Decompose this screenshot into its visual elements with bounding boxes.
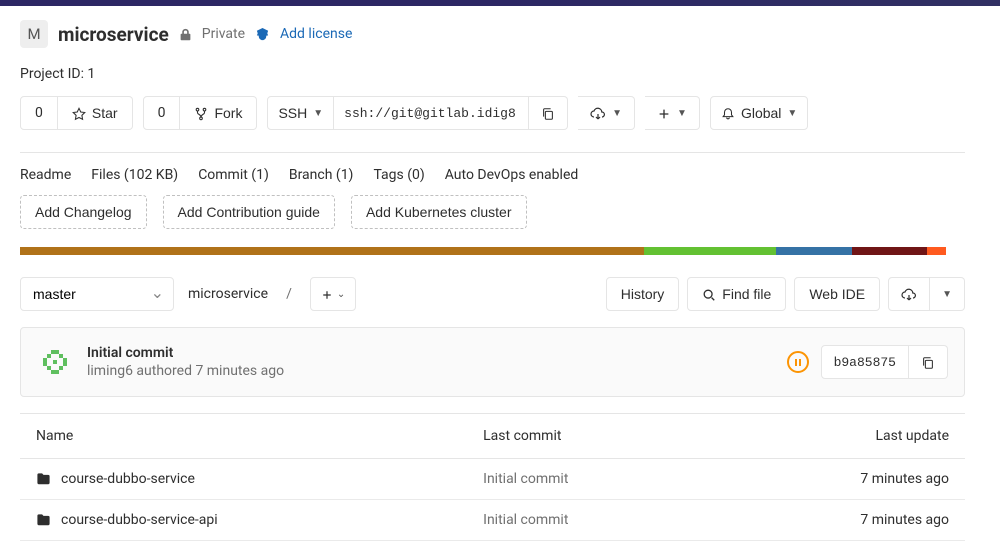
search-icon xyxy=(702,286,716,302)
row-update: 7 minutes ago xyxy=(713,459,965,500)
download-cloud-icon xyxy=(590,104,606,121)
find-file-label: Find file xyxy=(722,286,771,302)
visibility-label: Private xyxy=(202,26,245,42)
stat-commit[interactable]: Commit (1) xyxy=(198,167,269,183)
add-license-link[interactable]: Add license xyxy=(280,26,352,42)
copy-icon xyxy=(541,105,555,121)
stat-tags[interactable]: Tags (0) xyxy=(373,167,424,183)
caret-down-icon: ⌄ xyxy=(337,289,345,300)
download-cloud-icon xyxy=(901,285,917,302)
download-source-caret[interactable]: ▼ xyxy=(930,277,965,311)
add-changelog-button[interactable]: Add Changelog xyxy=(20,195,147,229)
project-id: Project ID: 1 xyxy=(20,58,965,96)
branch-select[interactable]: master xyxy=(20,277,174,311)
breadcrumb-separator: / xyxy=(282,286,296,302)
row-update: 7 minutes ago xyxy=(713,500,965,541)
actions-row: 0 Star 0 Fork SSH ▼ xyxy=(20,96,965,130)
fork-button[interactable]: Fork xyxy=(180,96,257,130)
commit-title[interactable]: Initial commit xyxy=(87,345,787,361)
fork-label: Fork xyxy=(214,105,242,121)
th-name: Name xyxy=(20,414,467,459)
web-ide-button[interactable]: Web IDE xyxy=(794,277,880,311)
language-segment[interactable] xyxy=(927,247,946,255)
table-row[interactable]: course-dubbo-service Initial commit 7 mi… xyxy=(20,459,965,500)
new-file-button[interactable]: ⌄ xyxy=(310,277,356,311)
commit-meta: liming6 authored 7 minutes ago xyxy=(87,363,787,379)
clone-protocol-label: SSH xyxy=(278,105,307,121)
lock-icon xyxy=(179,26,192,42)
folder-icon xyxy=(36,512,51,528)
notification-label: Global xyxy=(741,105,781,121)
row-commit-msg[interactable]: Initial commit xyxy=(467,500,712,541)
project-title: microservice xyxy=(58,23,169,46)
language-segment[interactable] xyxy=(20,247,644,255)
project-avatar: M xyxy=(20,20,48,48)
star-label: Star xyxy=(92,105,118,121)
fork-count: 0 xyxy=(143,96,181,130)
notification-dropdown[interactable]: Global ▼ xyxy=(710,96,808,130)
star-count: 0 xyxy=(20,96,58,130)
copy-icon xyxy=(921,354,935,370)
folder-icon xyxy=(36,471,51,487)
clone-protocol-dropdown[interactable]: SSH ▼ xyxy=(267,96,334,130)
caret-down-icon: ▼ xyxy=(787,108,797,119)
caret-down-icon: ▼ xyxy=(942,289,952,300)
scale-icon xyxy=(255,26,270,42)
download-source-button[interactable] xyxy=(888,277,930,311)
th-commit: Last commit xyxy=(467,414,712,459)
commit-author-avatar xyxy=(37,344,73,380)
commit-info: Initial commit liming6 authored 7 minute… xyxy=(87,345,787,379)
copy-url-button[interactable] xyxy=(529,96,568,130)
table-row[interactable]: course-dubbo-service-api Initial commit … xyxy=(20,500,965,541)
suggest-row: Add Changelog Add Contribution guide Add… xyxy=(20,195,965,247)
language-segment[interactable] xyxy=(776,247,852,255)
add-button[interactable]: ▼ xyxy=(645,96,700,130)
star-button[interactable]: Star xyxy=(58,96,133,130)
add-kubernetes-button[interactable]: Add Kubernetes cluster xyxy=(351,195,527,229)
plus-icon xyxy=(321,286,333,302)
stat-readme[interactable]: Readme xyxy=(20,167,71,183)
stats-row: Readme Files (102 KB) Commit (1) Branch … xyxy=(20,153,965,195)
find-file-button[interactable]: Find file xyxy=(687,277,786,311)
caret-down-icon: ▼ xyxy=(313,108,323,119)
history-button[interactable]: History xyxy=(606,277,680,311)
stat-files[interactable]: Files (102 KB) xyxy=(91,167,178,183)
commit-sha[interactable]: b9a85875 xyxy=(821,345,909,379)
file-name: course-dubbo-service xyxy=(61,471,195,487)
row-commit-msg[interactable]: Initial commit xyxy=(467,459,712,500)
caret-down-icon: ▼ xyxy=(677,108,687,119)
last-commit-box: Initial commit liming6 authored 7 minute… xyxy=(20,327,965,397)
plus-icon xyxy=(657,105,671,121)
stat-branch[interactable]: Branch (1) xyxy=(289,167,354,183)
clone-url-input[interactable] xyxy=(334,96,529,130)
download-button[interactable]: ▼ xyxy=(578,96,635,130)
stat-autodevops[interactable]: Auto DevOps enabled xyxy=(445,167,579,183)
bell-icon xyxy=(721,105,735,121)
pipeline-status-pending-icon[interactable] xyxy=(787,351,809,373)
file-table: Name Last commit Last update course-dubb… xyxy=(20,413,965,541)
file-name: course-dubbo-service-api xyxy=(61,512,218,528)
star-icon xyxy=(72,105,86,121)
language-segment[interactable] xyxy=(644,247,776,255)
copy-sha-button[interactable] xyxy=(909,345,948,379)
th-update: Last update xyxy=(713,414,965,459)
project-header: M microservice Private Add license xyxy=(20,6,965,58)
caret-down-icon: ▼ xyxy=(612,108,622,119)
fork-icon xyxy=(194,105,208,121)
breadcrumb-root[interactable]: microservice xyxy=(188,286,268,302)
language-bar xyxy=(20,247,965,255)
repo-nav: master microservice / ⌄ History Find fil… xyxy=(20,277,965,327)
add-contribution-button[interactable]: Add Contribution guide xyxy=(163,195,335,229)
language-segment[interactable] xyxy=(852,247,928,255)
